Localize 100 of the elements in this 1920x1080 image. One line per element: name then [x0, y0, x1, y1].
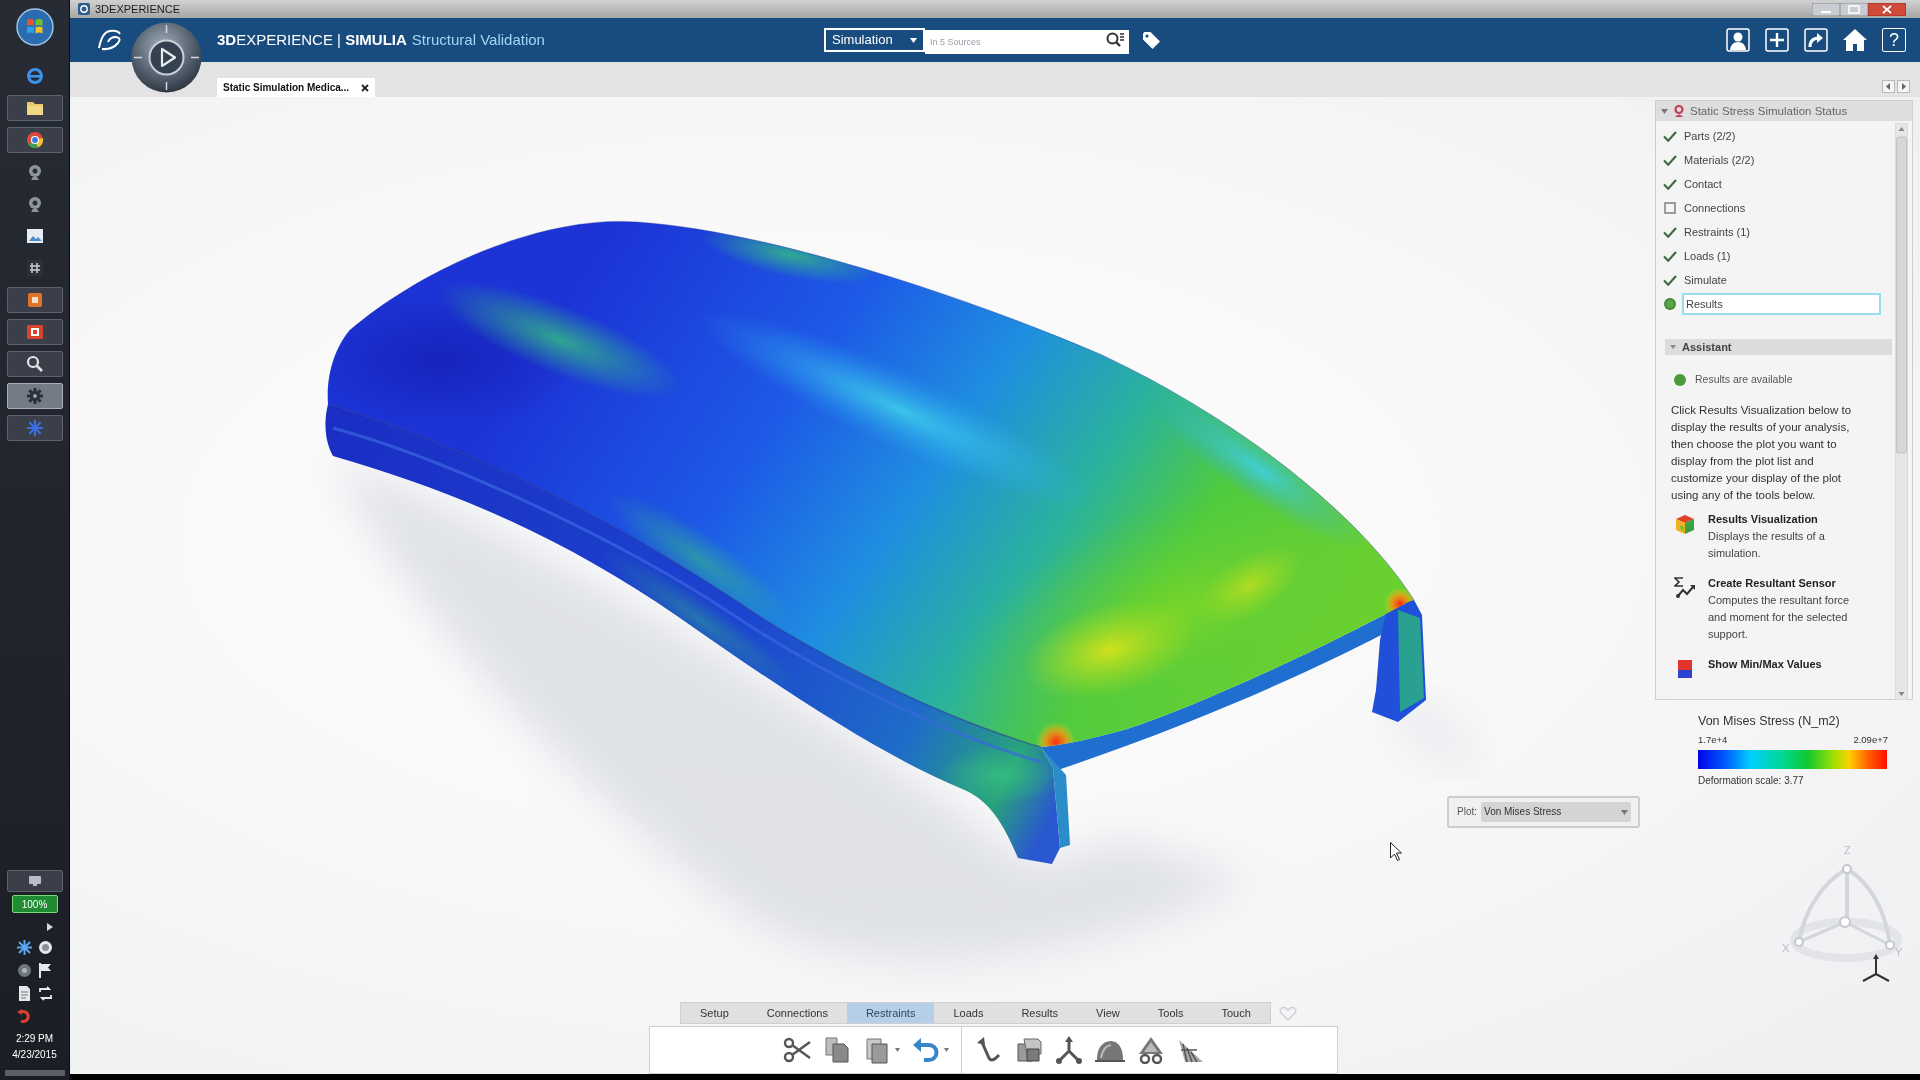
status-step[interactable]: Contact [1684, 177, 1722, 191]
browser-icon[interactable] [25, 67, 44, 85]
share-icon[interactable] [1804, 28, 1828, 52]
square-app-icon [25, 291, 44, 309]
scrollbar[interactable] [1895, 123, 1908, 700]
plot-dropdown[interactable]: Von Mises Stress [1481, 802, 1631, 822]
section-title: Assistant [1682, 340, 1732, 354]
dome-icon[interactable] [1095, 1038, 1125, 1062]
triangle-wheels-icon[interactable] [1137, 1036, 1165, 1064]
taskbar-button[interactable] [6, 351, 63, 377]
branch-icon[interactable] [1055, 1036, 1083, 1064]
action-tab[interactable]: Tools [1138, 1003, 1203, 1023]
tool-title[interactable]: Show Min/Max Values [1708, 657, 1822, 671]
action-tab[interactable]: View [1077, 1003, 1139, 1023]
status-message: Results are available [1695, 373, 1793, 386]
copy-icon[interactable] [823, 1036, 851, 1064]
legend-max-value: 2.09e+7 [1853, 734, 1888, 745]
circle-logo-icon [25, 131, 44, 149]
search-icon [25, 355, 44, 373]
action-tab[interactable]: Setup [681, 1003, 748, 1023]
tray-button[interactable] [6, 870, 63, 892]
picture-icon[interactable] [25, 227, 44, 245]
help-button[interactable]: ? [1882, 28, 1906, 52]
clock-date[interactable]: 4/23/2015 [12, 1048, 57, 1061]
plus-icon[interactable] [1765, 28, 1789, 52]
scroll-right-icon[interactable] [1897, 80, 1910, 93]
document-icon[interactable] [16, 986, 32, 1001]
start-orb-icon[interactable] [15, 8, 54, 46]
sigma-arrows-icon[interactable] [1674, 577, 1696, 599]
mouse-cursor-icon [1390, 842, 1402, 861]
taskbar-button[interactable] [6, 319, 63, 345]
pin-icon [1674, 105, 1684, 117]
document-tab[interactable]: Static Simulation Medica... [217, 78, 376, 97]
section-header[interactable]: Assistant [1665, 339, 1892, 355]
status-step[interactable]: Loads (1) [1684, 249, 1731, 263]
legend-min-value: 1.7e+4 [1698, 734, 1728, 745]
status-step[interactable]: Restraints (1) [1684, 225, 1751, 239]
tool-title[interactable]: Results Visualization [1708, 512, 1864, 526]
legend-title: Von Mises Stress (N_m2) [1698, 714, 1841, 729]
slide-icon [25, 323, 44, 341]
taskbar-button[interactable] [6, 383, 63, 409]
gear-icon [25, 387, 44, 405]
status-dot-icon [1674, 373, 1686, 386]
caret-icon[interactable] [910, 37, 917, 43]
hook-arrow-icon[interactable] [975, 1036, 1003, 1064]
status-step[interactable]: Connections [1684, 201, 1746, 215]
status-step[interactable]: Parts (2/2) [1684, 129, 1736, 143]
action-tab[interactable]: Loads [934, 1003, 1003, 1023]
action-tab[interactable]: Connections [747, 1003, 847, 1023]
paste-icon[interactable] [863, 1036, 891, 1064]
tool-description: Displays the results of a simulation. [1708, 529, 1826, 561]
search-field[interactable]: In 5 Sources [925, 30, 1129, 54]
folder-icon [25, 99, 44, 117]
clock-time[interactable]: 2:29 PM [15, 1032, 54, 1045]
cube-icon[interactable] [1674, 513, 1696, 535]
app-name: Structural Validation [411, 31, 545, 49]
close-button[interactable] [1868, 2, 1906, 16]
curl-arrow-icon[interactable] [16, 1009, 32, 1024]
panel-title: Static Stress Simulation Status [1690, 104, 1848, 118]
panel-header[interactable]: Static Stress Simulation Status [1656, 101, 1912, 121]
swirl-logo-icon[interactable] [96, 28, 124, 52]
expand-arrow-icon[interactable] [46, 923, 53, 931]
battery-indicator[interactable]: 100% [11, 895, 58, 913]
search-icon[interactable] [1106, 32, 1124, 48]
undo-icon[interactable] [912, 1036, 940, 1064]
window-title: 3DEXPERIENCE [95, 2, 180, 16]
instructions-text: Click Results Visualization below to display the results of your analysis, then choose the plot you want to display from the plot list and customize your display of the plot using any of the tools below. [1671, 403, 1853, 503]
status-step[interactable]: Materials (2/2) [1684, 153, 1755, 167]
snowflake-icon [25, 419, 44, 437]
search-scope-dropdown[interactable]: Simulation [824, 28, 925, 52]
refresh-icon[interactable] [37, 986, 53, 1001]
grid-icon[interactable] [25, 259, 44, 277]
action-tab[interactable]: Restraints [846, 1003, 935, 1023]
tool-title[interactable]: Create Resultant Sensor [1708, 576, 1864, 590]
monitor-icon [27, 875, 42, 887]
axis-triad-icon[interactable] [1860, 954, 1892, 984]
action-tab[interactable]: Results [1002, 1003, 1078, 1023]
cube-stack-icon[interactable] [1015, 1036, 1043, 1064]
scissors-icon[interactable] [783, 1036, 811, 1064]
action-tab[interactable]: Touch [1202, 1003, 1270, 1023]
status-step[interactable]: Simulate [1684, 273, 1727, 287]
taskbar-button[interactable] [6, 127, 63, 153]
disc-icon[interactable] [16, 963, 32, 978]
caret-icon[interactable] [895, 1048, 900, 1052]
axis-label: Z [1844, 844, 1851, 856]
taskbar-button[interactable] [6, 95, 63, 121]
profile-icon[interactable] [1726, 28, 1750, 52]
close-icon[interactable] [361, 83, 370, 92]
scroll-left-icon[interactable] [1882, 80, 1895, 93]
globe-icon[interactable] [37, 940, 53, 955]
home-icon[interactable] [1843, 28, 1867, 52]
flag-icon[interactable] [37, 963, 53, 978]
tag-icon[interactable] [1143, 31, 1160, 49]
taskbar-button[interactable] [6, 287, 63, 313]
status-step[interactable]: Results [1682, 293, 1881, 315]
deformation-scale: Deformation scale: 3.77 [1698, 775, 1805, 787]
app-brand: 3DEXPERIENCE | SIMULIA [217, 31, 407, 49]
plot-label: Plot: [1457, 806, 1477, 818]
caret-icon[interactable] [944, 1048, 949, 1052]
snowflake-icon[interactable] [16, 940, 32, 955]
